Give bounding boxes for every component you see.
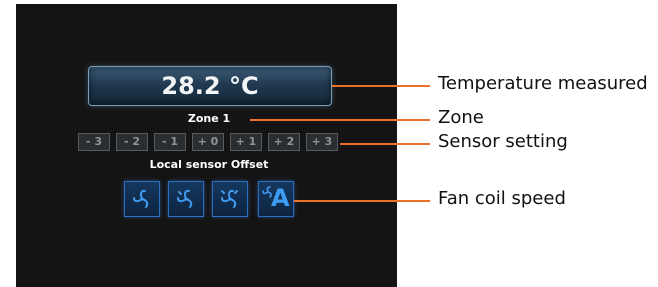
offset-zero-button[interactable]: + 0: [192, 133, 224, 151]
offset-plus-1-button[interactable]: + 1: [230, 133, 262, 151]
fan-speed-3-icon: [221, 189, 238, 208]
fan-speed-2-button[interactable]: [168, 181, 204, 217]
temperature-display: 28.2 °C: [88, 66, 332, 106]
fan-auto-button[interactable]: A: [258, 181, 294, 217]
offset-plus-3-button[interactable]: + 3: [306, 133, 338, 151]
zone-callout-line: [250, 119, 430, 121]
offset-plus-2-button[interactable]: + 2: [268, 133, 300, 151]
temperature-callout-text: Temperature measured: [438, 73, 648, 94]
zone-callout-text: Zone: [438, 107, 484, 128]
sensor-callout-line: [340, 143, 430, 145]
fan-speed-2-icon: [177, 189, 193, 208]
temperature-callout-line: [332, 85, 430, 87]
fan-speed-1-button[interactable]: [124, 181, 160, 217]
offset-minus-1-button[interactable]: - 1: [154, 133, 186, 151]
fan-callout-text: Fan coil speed: [438, 188, 566, 209]
local-sensor-offset-label: Local sensor Offset: [149, 158, 269, 171]
fan-auto-letter: A: [271, 184, 290, 212]
offset-minus-3-button[interactable]: - 3: [78, 133, 110, 151]
temperature-value: 28.2 °C: [161, 72, 259, 100]
sensor-callout-text: Sensor setting: [438, 131, 568, 152]
fan-speed-3-button[interactable]: [212, 181, 248, 217]
fan-callout-line: [294, 200, 430, 202]
offset-minus-2-button[interactable]: - 2: [116, 133, 148, 151]
fan-speed-1-icon: [133, 189, 149, 208]
